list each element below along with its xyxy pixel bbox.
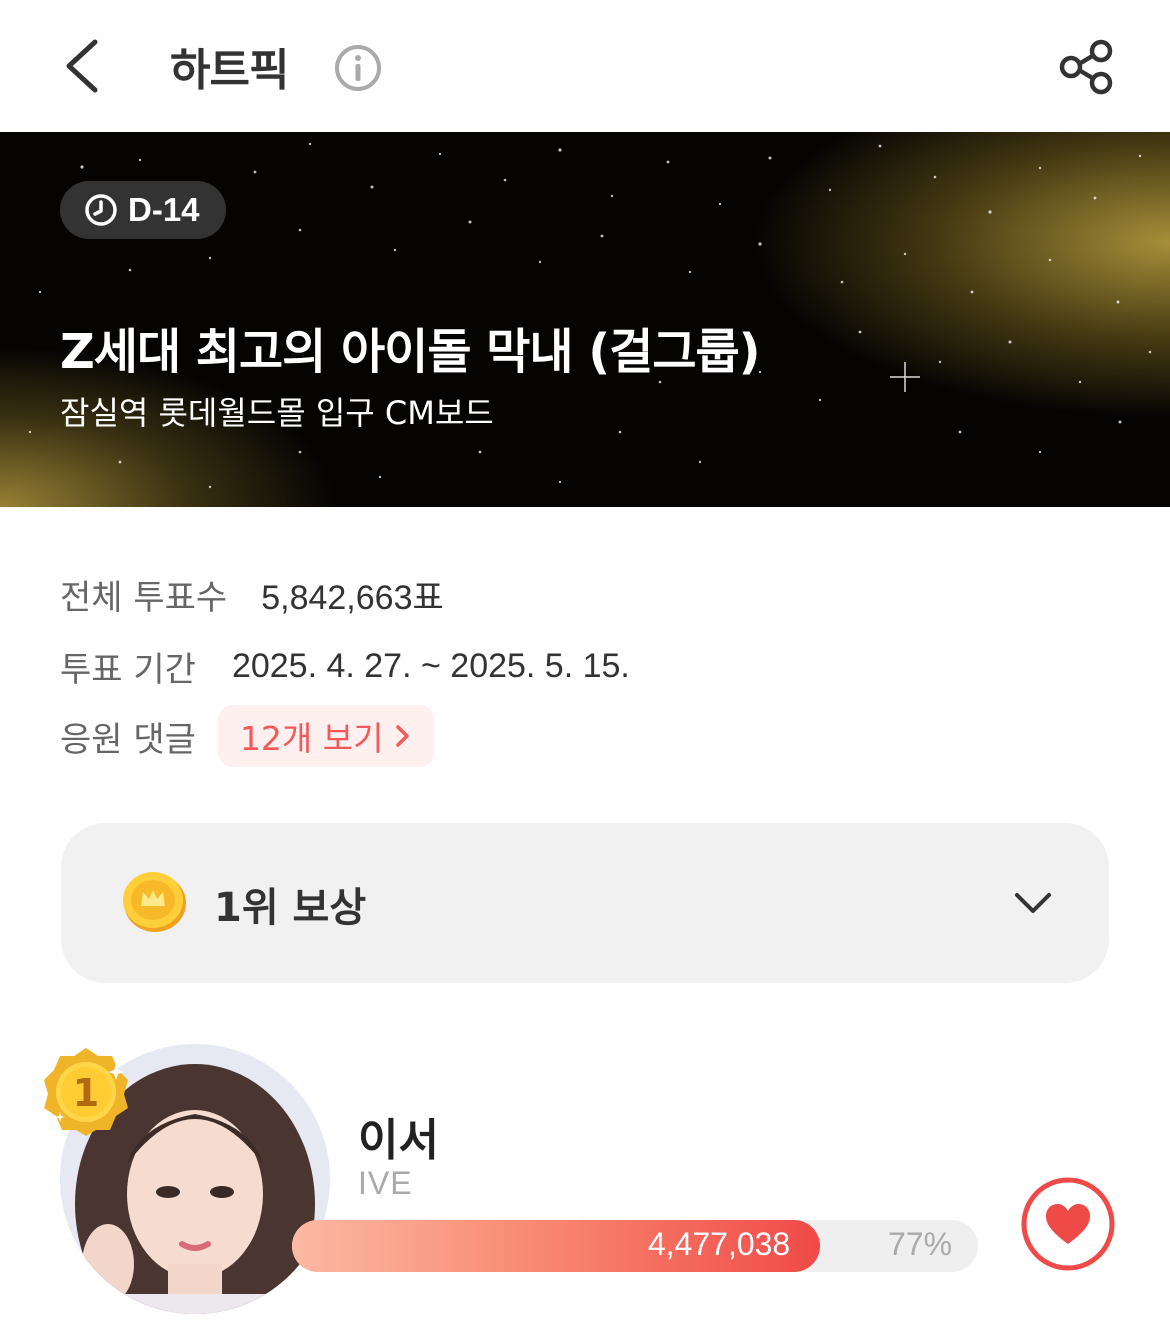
share-button[interactable]	[1055, 36, 1117, 98]
coin-icon	[123, 872, 186, 932]
share-icon	[1059, 39, 1113, 95]
chevron-left-icon	[66, 39, 98, 93]
clock-icon	[85, 194, 117, 226]
event-title: Z세대 최고의 아이돌 막내 (걸그룹)	[60, 324, 761, 380]
page-title: 하트픽	[170, 45, 289, 96]
candidate-votes: 4,477,038	[647, 1226, 791, 1262]
total-votes-value: 5,842,663표	[261, 579, 444, 617]
info-button[interactable]	[333, 43, 383, 93]
view-comments-button[interactable]: 12개 보기	[217, 705, 434, 767]
vote-progress-fill: 4,477,038	[292, 1220, 821, 1272]
chevron-down-icon	[1015, 893, 1051, 913]
vote-period-value: 2025. 4. 27. ~ 2025. 5. 15.	[231, 647, 630, 685]
candidate-percent: 77%	[888, 1226, 953, 1262]
vote-heart-button[interactable]	[1020, 1176, 1116, 1272]
rank-medal-icon: 1	[44, 1048, 128, 1136]
reward-label: 1위 보상	[214, 885, 367, 931]
vote-period-row: 투표 기간 2025. 4. 27. ~ 2025. 5. 15.	[60, 642, 630, 691]
comments-label: 응원 댓글	[60, 719, 196, 760]
candidate-name: 이서	[358, 1115, 439, 1166]
chevron-right-icon	[395, 725, 409, 747]
view-comments-label: 12개 보기	[239, 719, 384, 758]
heart-icon	[1021, 1177, 1115, 1271]
top-bar: 하트픽	[0, 0, 1170, 132]
back-button[interactable]	[55, 30, 115, 102]
dday-text: D-14	[128, 191, 200, 228]
event-banner: D-14 Z세대 최고의 아이돌 막내 (걸그룹) 잠실역 롯데월드몰 입구 C…	[0, 132, 1170, 507]
candidate-group: IVE	[358, 1165, 413, 1201]
total-votes-label: 전체 투표수	[60, 578, 228, 618]
comments-row: 응원 댓글 12개 보기	[60, 705, 434, 767]
dday-badge: D-14	[60, 181, 226, 239]
vote-period-label: 투표 기간	[60, 650, 196, 690]
reward-accordion[interactable]: 1위 보상	[61, 823, 1109, 983]
vote-progress-bar: 4,477,038	[292, 1220, 978, 1272]
rank-number: 1	[73, 1071, 99, 1115]
total-votes-row: 전체 투표수 5,842,663표	[60, 570, 444, 619]
info-icon	[335, 45, 381, 91]
event-subtitle: 잠실역 롯데월드몰 입구 CM보드	[60, 394, 494, 432]
